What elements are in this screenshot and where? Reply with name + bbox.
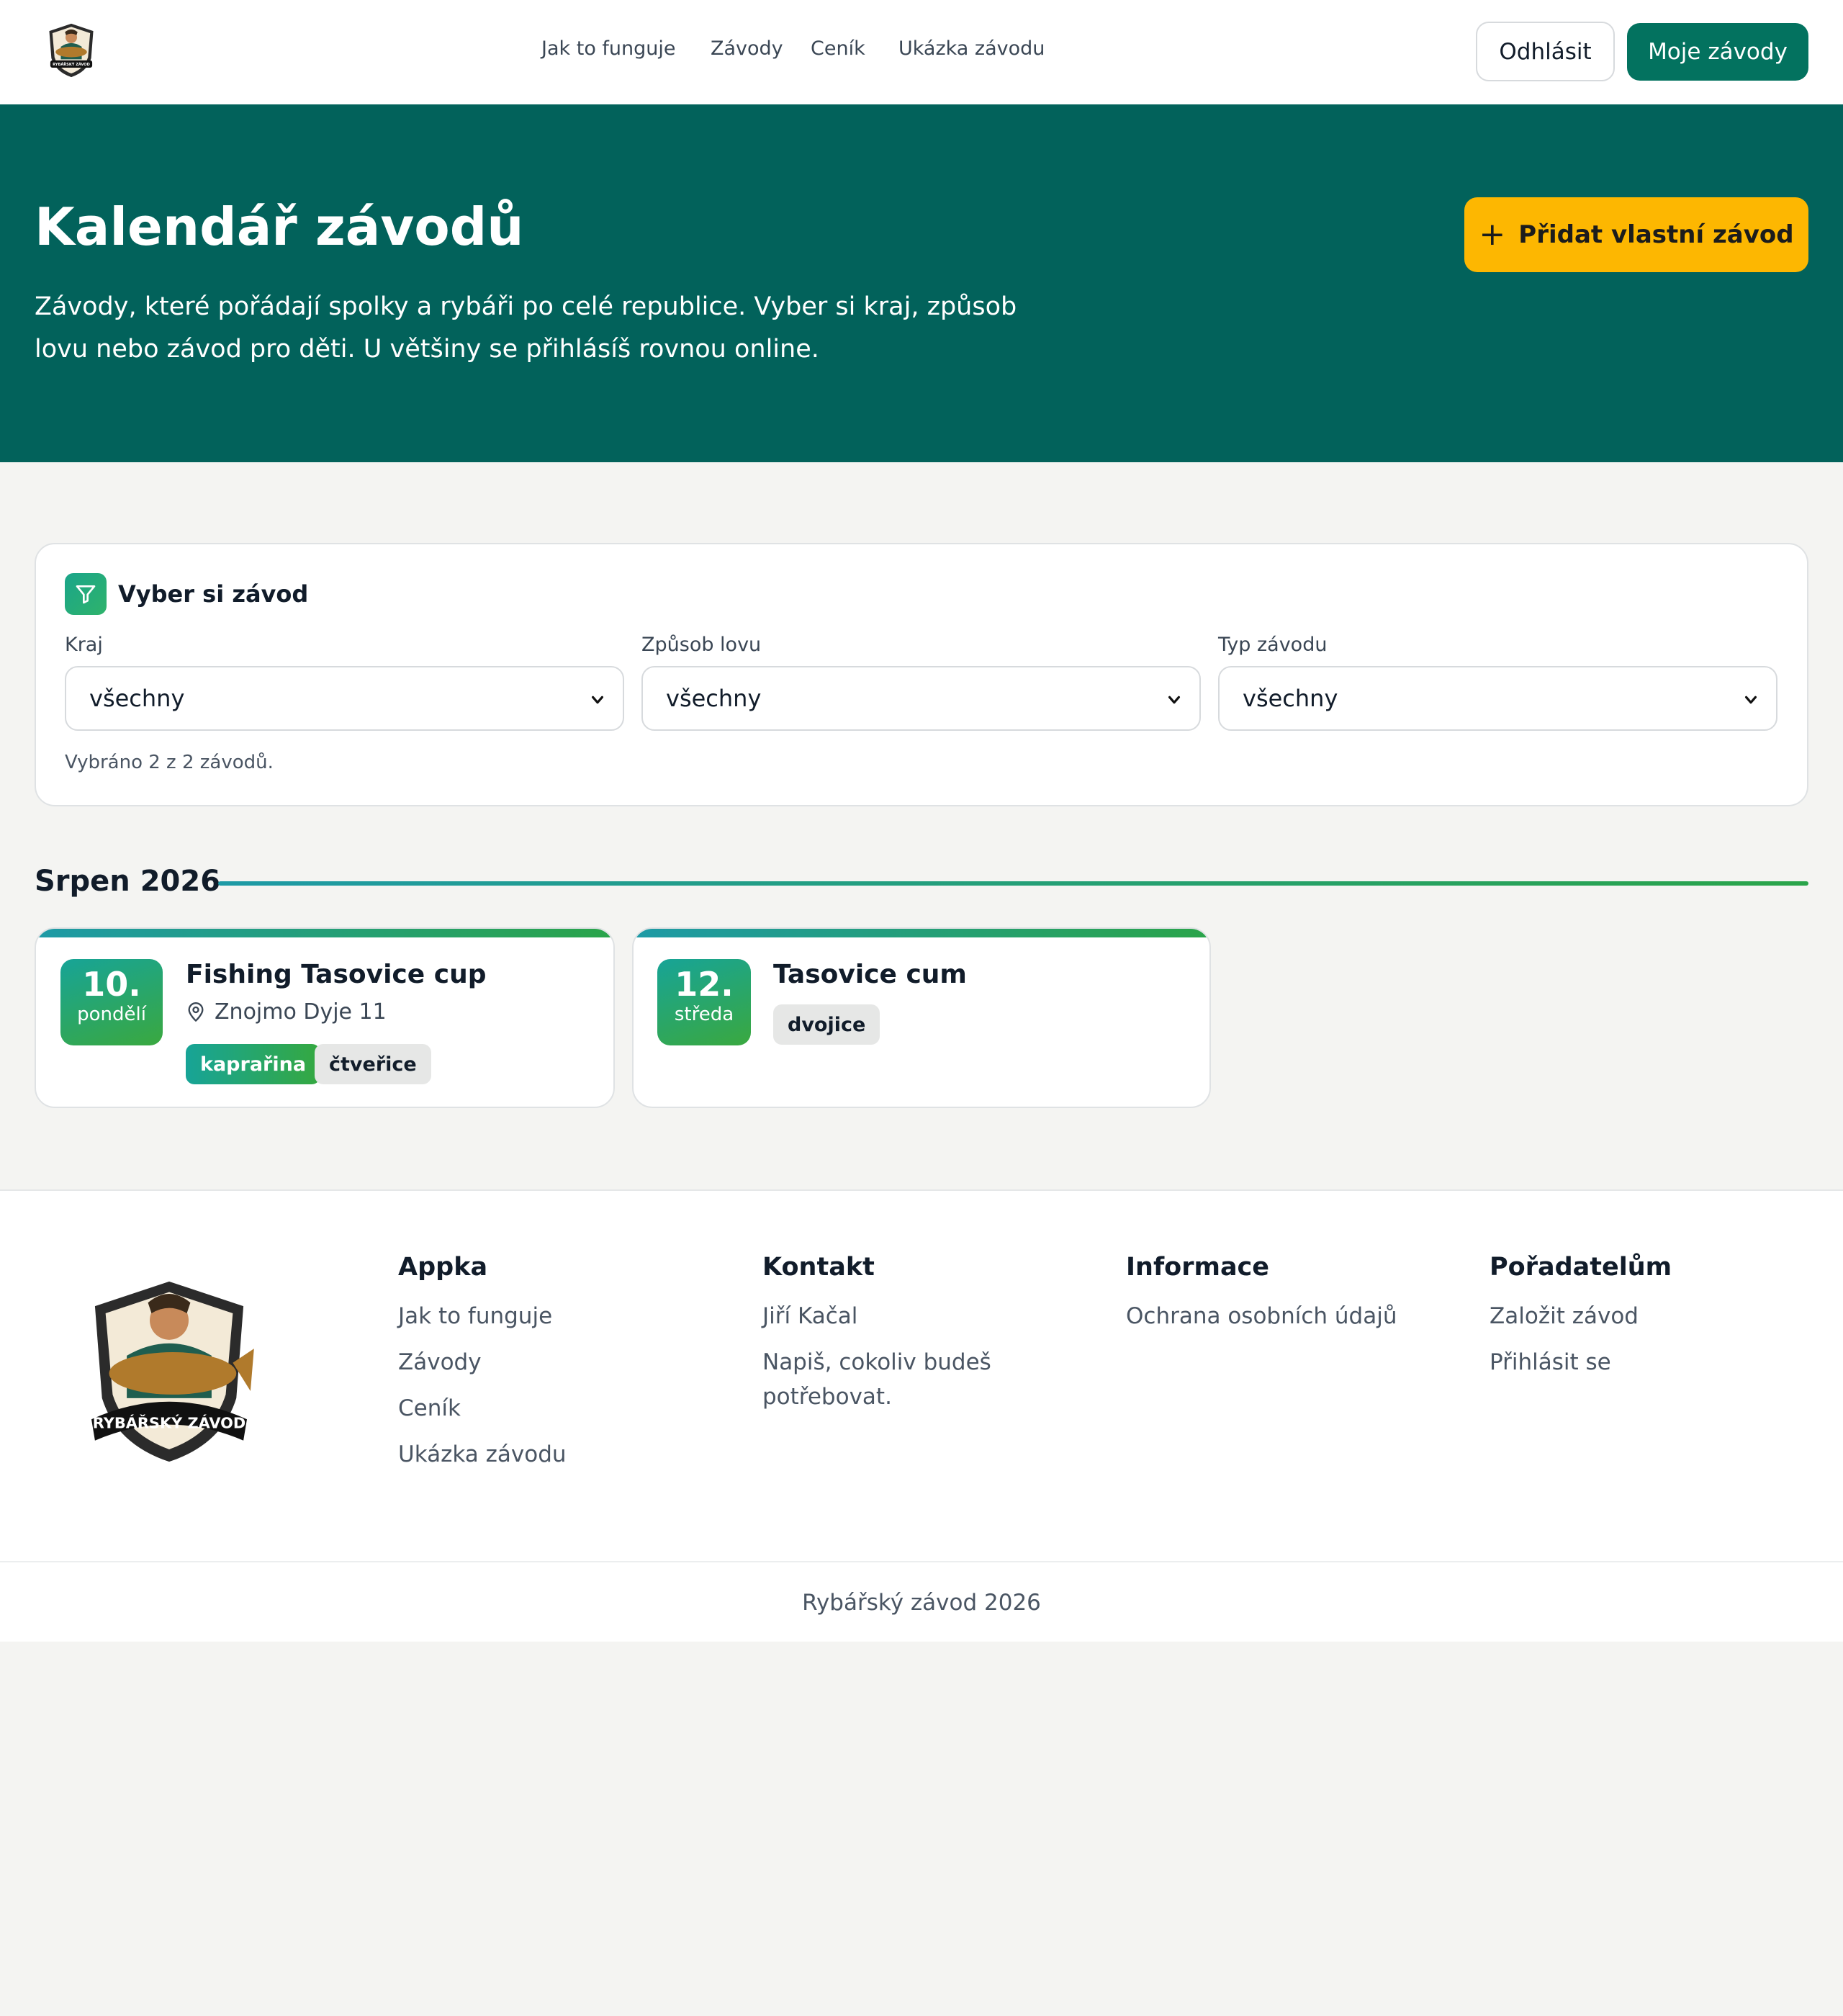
footer-col-informace: Informace Ochrana osobních údajů xyxy=(1126,1253,1397,1345)
footer-logo-icon: RYBÁŘSKÝ ZÁVOD xyxy=(91,1281,254,1462)
footer: RYBÁŘSKÝ ZÁVOD Appka Jak to funguje Závo… xyxy=(0,1189,1843,1642)
race-name: Fishing Tasovice cup xyxy=(186,960,487,989)
result-count: Vybráno 2 z 2 závodů. xyxy=(65,752,274,773)
map-pin-icon xyxy=(188,1002,204,1022)
filter-icon xyxy=(65,573,107,615)
footer-col-appka: Appka Jak to funguje Závody Ceník Ukázka… xyxy=(398,1253,567,1483)
my-races-button[interactable]: Moje závody xyxy=(1627,23,1808,81)
card-stripe xyxy=(634,929,1209,937)
race-location: Znojmo Dyje 11 xyxy=(186,999,387,1025)
race-card[interactable]: 12. středa Tasovice cum dvojice xyxy=(632,927,1211,1108)
card-stripe xyxy=(36,929,613,937)
add-race-label: Přidat vlastní závod xyxy=(1518,220,1794,249)
type-label: Typ závodu xyxy=(1218,634,1328,656)
top-navbar: RYBÁŘSKÝ ZÁVOD Jak to funguje Závody Cen… xyxy=(0,0,1843,104)
month-title: Srpen 2026 xyxy=(35,865,221,898)
footer-col-title: Kontakt xyxy=(762,1253,875,1282)
nav-cenik[interactable]: Ceník xyxy=(811,37,865,60)
footer-link-cenik[interactable]: Ceník xyxy=(398,1391,567,1426)
race-name: Tasovice cum xyxy=(773,960,967,989)
month-divider xyxy=(218,881,1808,886)
chevron-down-icon xyxy=(1168,696,1181,704)
footer-link-login[interactable]: Přihlásit se xyxy=(1490,1345,1672,1380)
footer-link-ukazka-zavodu[interactable]: Ukázka závodu xyxy=(398,1437,567,1472)
footer-contact-note: Napiš, cokoliv budeš potřebovat. xyxy=(762,1349,991,1410)
footer-link-create-race[interactable]: Založit závod xyxy=(1490,1299,1672,1333)
footer-col-poradatelum: Pořadatelům Založit závod Přihlásit se xyxy=(1490,1253,1672,1391)
filter-title: Vyber si závod xyxy=(118,580,309,608)
chevron-down-icon xyxy=(1744,696,1757,704)
type-select-value: všechny xyxy=(1243,685,1338,712)
footer-link-zavody[interactable]: Závody xyxy=(398,1345,567,1380)
tag-type: čtveřice xyxy=(315,1044,431,1084)
race-day: 10. xyxy=(82,965,141,1004)
footer-col-title: Pořadatelům xyxy=(1490,1253,1672,1282)
footer-col-title: Appka xyxy=(398,1253,488,1282)
method-label: Způsob lovu xyxy=(641,634,762,656)
footer-col-kontakt: Kontakt Jiří Kačal Napiš, cokoliv budeš … xyxy=(762,1253,1007,1426)
footer-logo-text: RYBÁŘSKÝ ZÁVOD xyxy=(93,1414,245,1432)
date-badge: 12. středa xyxy=(657,959,751,1045)
race-location-text: Znojmo Dyje 11 xyxy=(215,999,387,1025)
race-day: 12. xyxy=(675,965,734,1004)
race-weekday: pondělí xyxy=(77,1004,146,1025)
footer-link-privacy[interactable]: Ochrana osobních údajů xyxy=(1126,1299,1397,1333)
region-label: Kraj xyxy=(65,634,103,656)
race-card[interactable]: 10. pondělí Fishing Tasovice cup Znojmo … xyxy=(35,927,615,1108)
footer-copyright: Rybářský závod 2026 xyxy=(0,1561,1843,1643)
date-badge: 10. pondělí xyxy=(60,959,163,1045)
race-weekday: středa xyxy=(674,1004,734,1025)
type-select[interactable]: všechny xyxy=(1218,666,1777,731)
chevron-down-icon xyxy=(591,696,604,704)
plus-icon: + xyxy=(1479,216,1506,253)
add-race-button[interactable]: + Přidat vlastní závod xyxy=(1464,197,1808,272)
logout-button[interactable]: Odhlásit xyxy=(1476,22,1615,81)
nav-zavody[interactable]: Závody xyxy=(711,37,783,60)
region-select[interactable]: všechny xyxy=(65,666,624,731)
footer-link-jak-to-funguje[interactable]: Jak to funguje xyxy=(398,1299,567,1333)
tag-type: dvojice xyxy=(773,1004,880,1045)
nav-jak-to-funguje[interactable]: Jak to funguje xyxy=(541,37,676,60)
tag-method: kaprařina xyxy=(186,1044,321,1084)
hero-section: Kalendář závodů Závody, které pořádají s… xyxy=(0,104,1843,462)
hero-description: Závody, které pořádají spolky a rybáři p… xyxy=(35,292,1017,364)
footer-col-title: Informace xyxy=(1126,1253,1270,1282)
page-title: Kalendář závodů xyxy=(35,197,524,257)
region-select-value: všechny xyxy=(89,685,185,712)
footer-link-contact-name[interactable]: Jiří Kačal xyxy=(762,1299,1007,1333)
filter-card: Vyber si závod Kraj všechny Způsob lovu … xyxy=(35,543,1808,806)
method-select-value: všechny xyxy=(666,685,762,712)
method-select[interactable]: všechny xyxy=(641,666,1201,731)
nav-ukazka-zavodu[interactable]: Ukázka závodu xyxy=(898,37,1045,60)
